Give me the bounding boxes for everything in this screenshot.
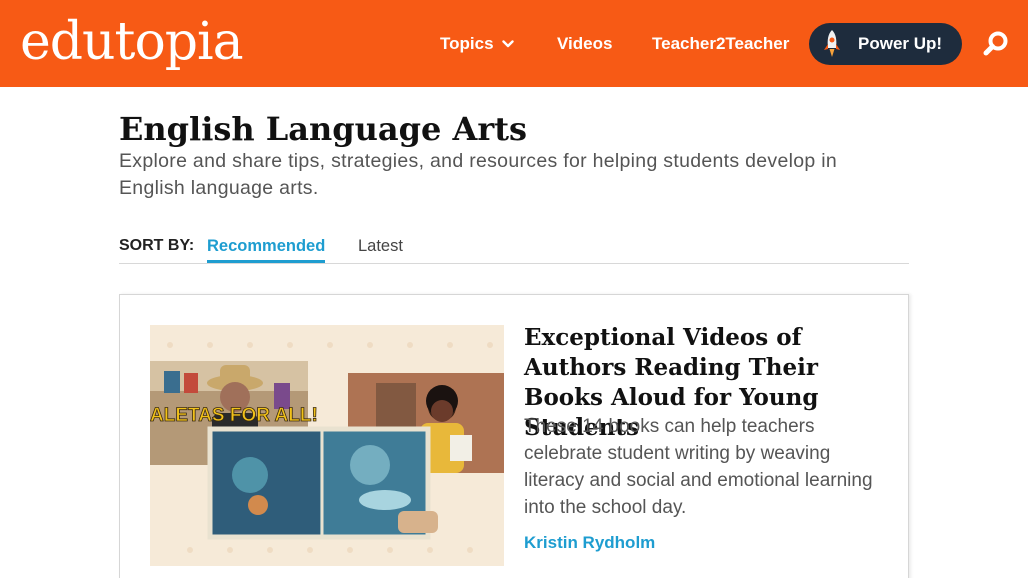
article-image[interactable]: ALETAS FOR ALL! bbox=[150, 325, 504, 566]
chevron-down-icon bbox=[501, 40, 514, 48]
page-description: Explore and share tips, strategies, and … bbox=[119, 150, 838, 199]
nav-topics-label: Topics bbox=[440, 34, 494, 53]
site-header: edutopia Topics Videos Teacher2Teacher P… bbox=[0, 0, 1028, 87]
search-icon[interactable] bbox=[982, 30, 1010, 58]
power-up-button[interactable]: Power Up! bbox=[809, 23, 962, 65]
nav-videos[interactable]: Videos bbox=[557, 33, 612, 55]
sort-by-label: SORT BY: bbox=[119, 237, 195, 254]
page-title: English Language Arts bbox=[119, 110, 527, 148]
nav-topics[interactable]: Topics bbox=[440, 33, 514, 55]
sort-option-latest[interactable]: Latest bbox=[358, 236, 403, 256]
article-image-text: ALETAS FOR ALL! bbox=[150, 405, 318, 426]
article-author-link[interactable]: Kristin Rydholm bbox=[524, 532, 655, 554]
article-description: These 14 books can help teachers celebra… bbox=[524, 416, 873, 518]
edutopia-logo[interactable]: edutopia bbox=[20, 8, 244, 76]
sort-bar: SORT BY: Recommended Latest bbox=[119, 234, 909, 264]
rocket-icon bbox=[824, 30, 840, 57]
nav-teacher2teacher[interactable]: Teacher2Teacher bbox=[652, 33, 789, 55]
sort-option-recommended[interactable]: Recommended bbox=[207, 236, 326, 263]
power-up-label: Power Up! bbox=[858, 34, 943, 53]
article-card[interactable]: ALETAS FOR ALL! Exceptional Videos of Au… bbox=[119, 294, 909, 578]
